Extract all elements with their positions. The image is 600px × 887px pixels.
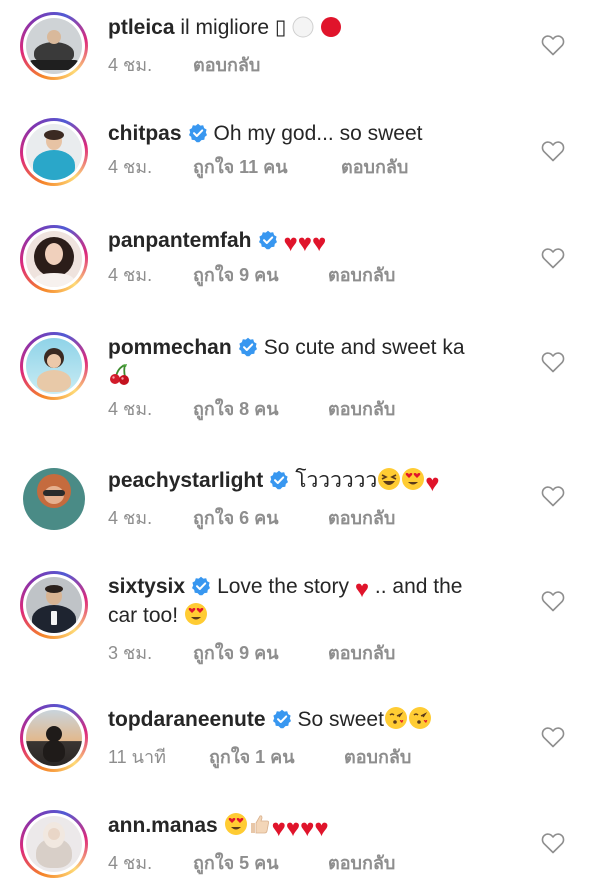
heart-outline-icon[interactable] <box>541 34 565 56</box>
heart-outline-icon[interactable] <box>541 832 565 854</box>
red-heart-icon: ♥ <box>354 576 370 603</box>
reply-button[interactable]: ตอบกลับ <box>328 642 395 664</box>
comment-time: 4 ชม. <box>108 508 153 528</box>
verified-badge-icon <box>272 709 292 729</box>
comment-time: 4 ชม. <box>108 399 153 419</box>
kissing-face-icon <box>384 706 408 738</box>
verified-badge-icon <box>191 576 211 596</box>
heart-eyes-face-icon <box>184 602 208 634</box>
avatar[interactable] <box>20 225 88 293</box>
comment-time: 4 ชม. <box>108 853 153 873</box>
avatar[interactable] <box>20 810 88 878</box>
white-circle-icon <box>292 16 314 46</box>
heart-outline-icon[interactable] <box>541 485 565 507</box>
comment-text: โวววววว <box>295 469 378 492</box>
reply-button[interactable]: ตอบกลับ <box>328 507 395 529</box>
red-heart-icon: ♥ <box>425 470 440 497</box>
heart-outline-icon[interactable] <box>541 351 565 373</box>
likes-count-link[interactable]: ถูกใจ 8 คน <box>193 398 323 420</box>
comment-time: 3 ชม. <box>108 643 153 663</box>
reply-button[interactable]: ตอบกลับ <box>328 398 395 420</box>
comment-username[interactable]: panpantemfah <box>108 229 252 252</box>
comment-text: il migliore ▯ <box>180 16 287 39</box>
cherries-icon <box>108 362 132 394</box>
comment-time: 11 นาที <box>108 747 166 767</box>
red-heart-icon: ♥ <box>314 815 329 842</box>
comment-item: panpantemfah ♥♥♥ 4 ชม. ถูกใจ 9 คน ตอบกลับ <box>0 221 600 317</box>
comment-text: Love the story <box>217 575 349 598</box>
likes-count-link[interactable]: ถูกใจ 9 คน <box>193 264 323 286</box>
verified-badge-icon <box>188 123 208 143</box>
comment-text-continued: car too! <box>108 604 179 627</box>
comment-text-continued: .. and the <box>374 575 463 598</box>
red-heart-icon: ♥ <box>300 815 315 842</box>
comment-username[interactable]: peachystarlight <box>108 469 263 492</box>
avatar[interactable] <box>20 465 88 533</box>
laughing-face-icon <box>377 467 401 499</box>
reply-button[interactable]: ตอบกลับ <box>193 54 260 76</box>
likes-count-link[interactable]: ถูกใจ 6 คน <box>193 507 323 529</box>
heart-outline-icon[interactable] <box>541 140 565 162</box>
comment-username[interactable]: topdaraneenute <box>108 708 266 731</box>
comment-item: peachystarlight โวววววว ♥ 4 ชม. ถูกใจ 6 คน… <box>0 461 600 557</box>
comment-item: topdaraneenute So sweet 11 นาที ถูกใจ 1 ค… <box>0 700 600 796</box>
avatar[interactable] <box>20 332 88 400</box>
avatar[interactable] <box>20 704 88 772</box>
verified-badge-icon <box>238 337 258 357</box>
comment-time: 4 ชม. <box>108 265 153 285</box>
likes-count-link[interactable]: ถูกใจ 11 คน <box>193 156 336 178</box>
comment-username[interactable]: ann.manas <box>108 814 218 837</box>
likes-count-link[interactable]: ถูกใจ 1 คน <box>209 746 339 768</box>
avatar[interactable] <box>20 571 88 639</box>
reply-button[interactable]: ตอบกลับ <box>341 156 408 178</box>
comment-text: So sweet <box>297 708 384 731</box>
reply-button[interactable]: ตอบกลับ <box>344 746 411 768</box>
comment-time: 4 ชม. <box>108 55 153 75</box>
comment-item: ann.manas ♥♥♥♥ 4 ชม. ถูกใจ 5 คน ตอบกลับ <box>0 806 600 887</box>
heart-outline-icon[interactable] <box>541 247 565 269</box>
reply-button[interactable]: ตอบกลับ <box>328 852 395 874</box>
comment-username[interactable]: pommechan <box>108 336 232 359</box>
red-circle-icon <box>320 16 342 46</box>
red-heart-icon: ♥ <box>285 815 301 842</box>
red-heart-icon: ♥ <box>297 230 313 257</box>
comment-username[interactable]: sixtysix <box>108 575 185 598</box>
comment-item: sixtysix Love the story ♥ .. and the car … <box>0 567 600 687</box>
likes-count-link[interactable]: ถูกใจ 9 คน <box>193 642 323 664</box>
kissing-face-icon <box>408 706 432 738</box>
heart-outline-icon[interactable] <box>541 590 565 612</box>
comment-item: ptleica il migliore ▯ 4 ชม. ตอบกลับ <box>0 8 600 104</box>
verified-badge-icon <box>269 470 289 490</box>
reply-button[interactable]: ตอบกลับ <box>328 264 395 286</box>
heart-eyes-face-icon <box>224 812 248 844</box>
heart-eyes-face-icon <box>401 467 425 499</box>
comment-item: chitpas Oh my god... so sweet 4 ชม. ถูกใจ… <box>0 114 600 210</box>
heart-outline-icon[interactable] <box>541 726 565 748</box>
comment-item: pommechan So cute and sweet ka 4 ชม. ถูกใ… <box>0 328 600 448</box>
red-heart-icon: ♥ <box>283 230 298 257</box>
likes-count-link[interactable]: ถูกใจ 5 คน <box>193 852 323 874</box>
red-heart-icon: ♥ <box>271 815 286 842</box>
verified-badge-icon <box>258 230 278 250</box>
comment-time: 4 ชม. <box>108 157 153 177</box>
avatar[interactable] <box>20 12 88 80</box>
thumbs-up-icon <box>248 812 272 844</box>
comment-text: Oh my god... so sweet <box>213 122 423 145</box>
comment-text: So cute and sweet ka <box>263 336 465 359</box>
avatar[interactable] <box>20 118 88 186</box>
red-heart-icon: ♥ <box>312 230 327 257</box>
comment-username[interactable]: ptleica <box>108 16 175 39</box>
comment-username[interactable]: chitpas <box>108 122 182 145</box>
